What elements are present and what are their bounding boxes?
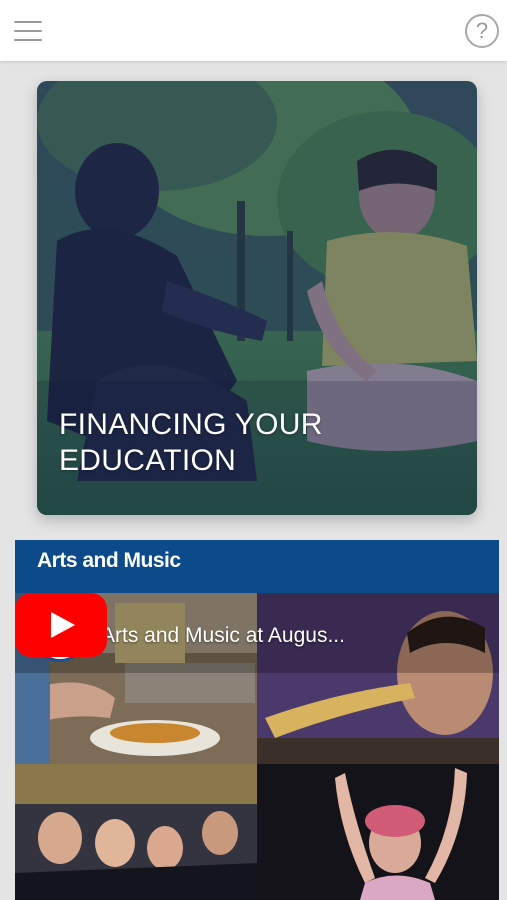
video-embed[interactable]: A Arts and Music at Augus... bbox=[15, 593, 499, 900]
hamburger-menu-icon[interactable] bbox=[14, 21, 42, 41]
app-header: ? bbox=[0, 0, 507, 61]
section-title: Arts and Music bbox=[15, 540, 499, 593]
financing-education-card[interactable]: FINANCING YOUR EDUCATION bbox=[37, 81, 477, 515]
help-icon[interactable]: ? bbox=[465, 14, 499, 48]
arts-and-music-section: Arts and Music Arts and Music at Augus..… bbox=[15, 540, 499, 900]
video-title[interactable]: Arts and Music at Augus... bbox=[101, 624, 345, 648]
youtube-play-icon[interactable] bbox=[15, 593, 107, 657]
hero-title: FINANCING YOUR EDUCATION bbox=[59, 407, 323, 479]
hero-title-line-1: FINANCING YOUR bbox=[59, 408, 323, 441]
hero-title-line-2: EDUCATION bbox=[59, 444, 237, 477]
